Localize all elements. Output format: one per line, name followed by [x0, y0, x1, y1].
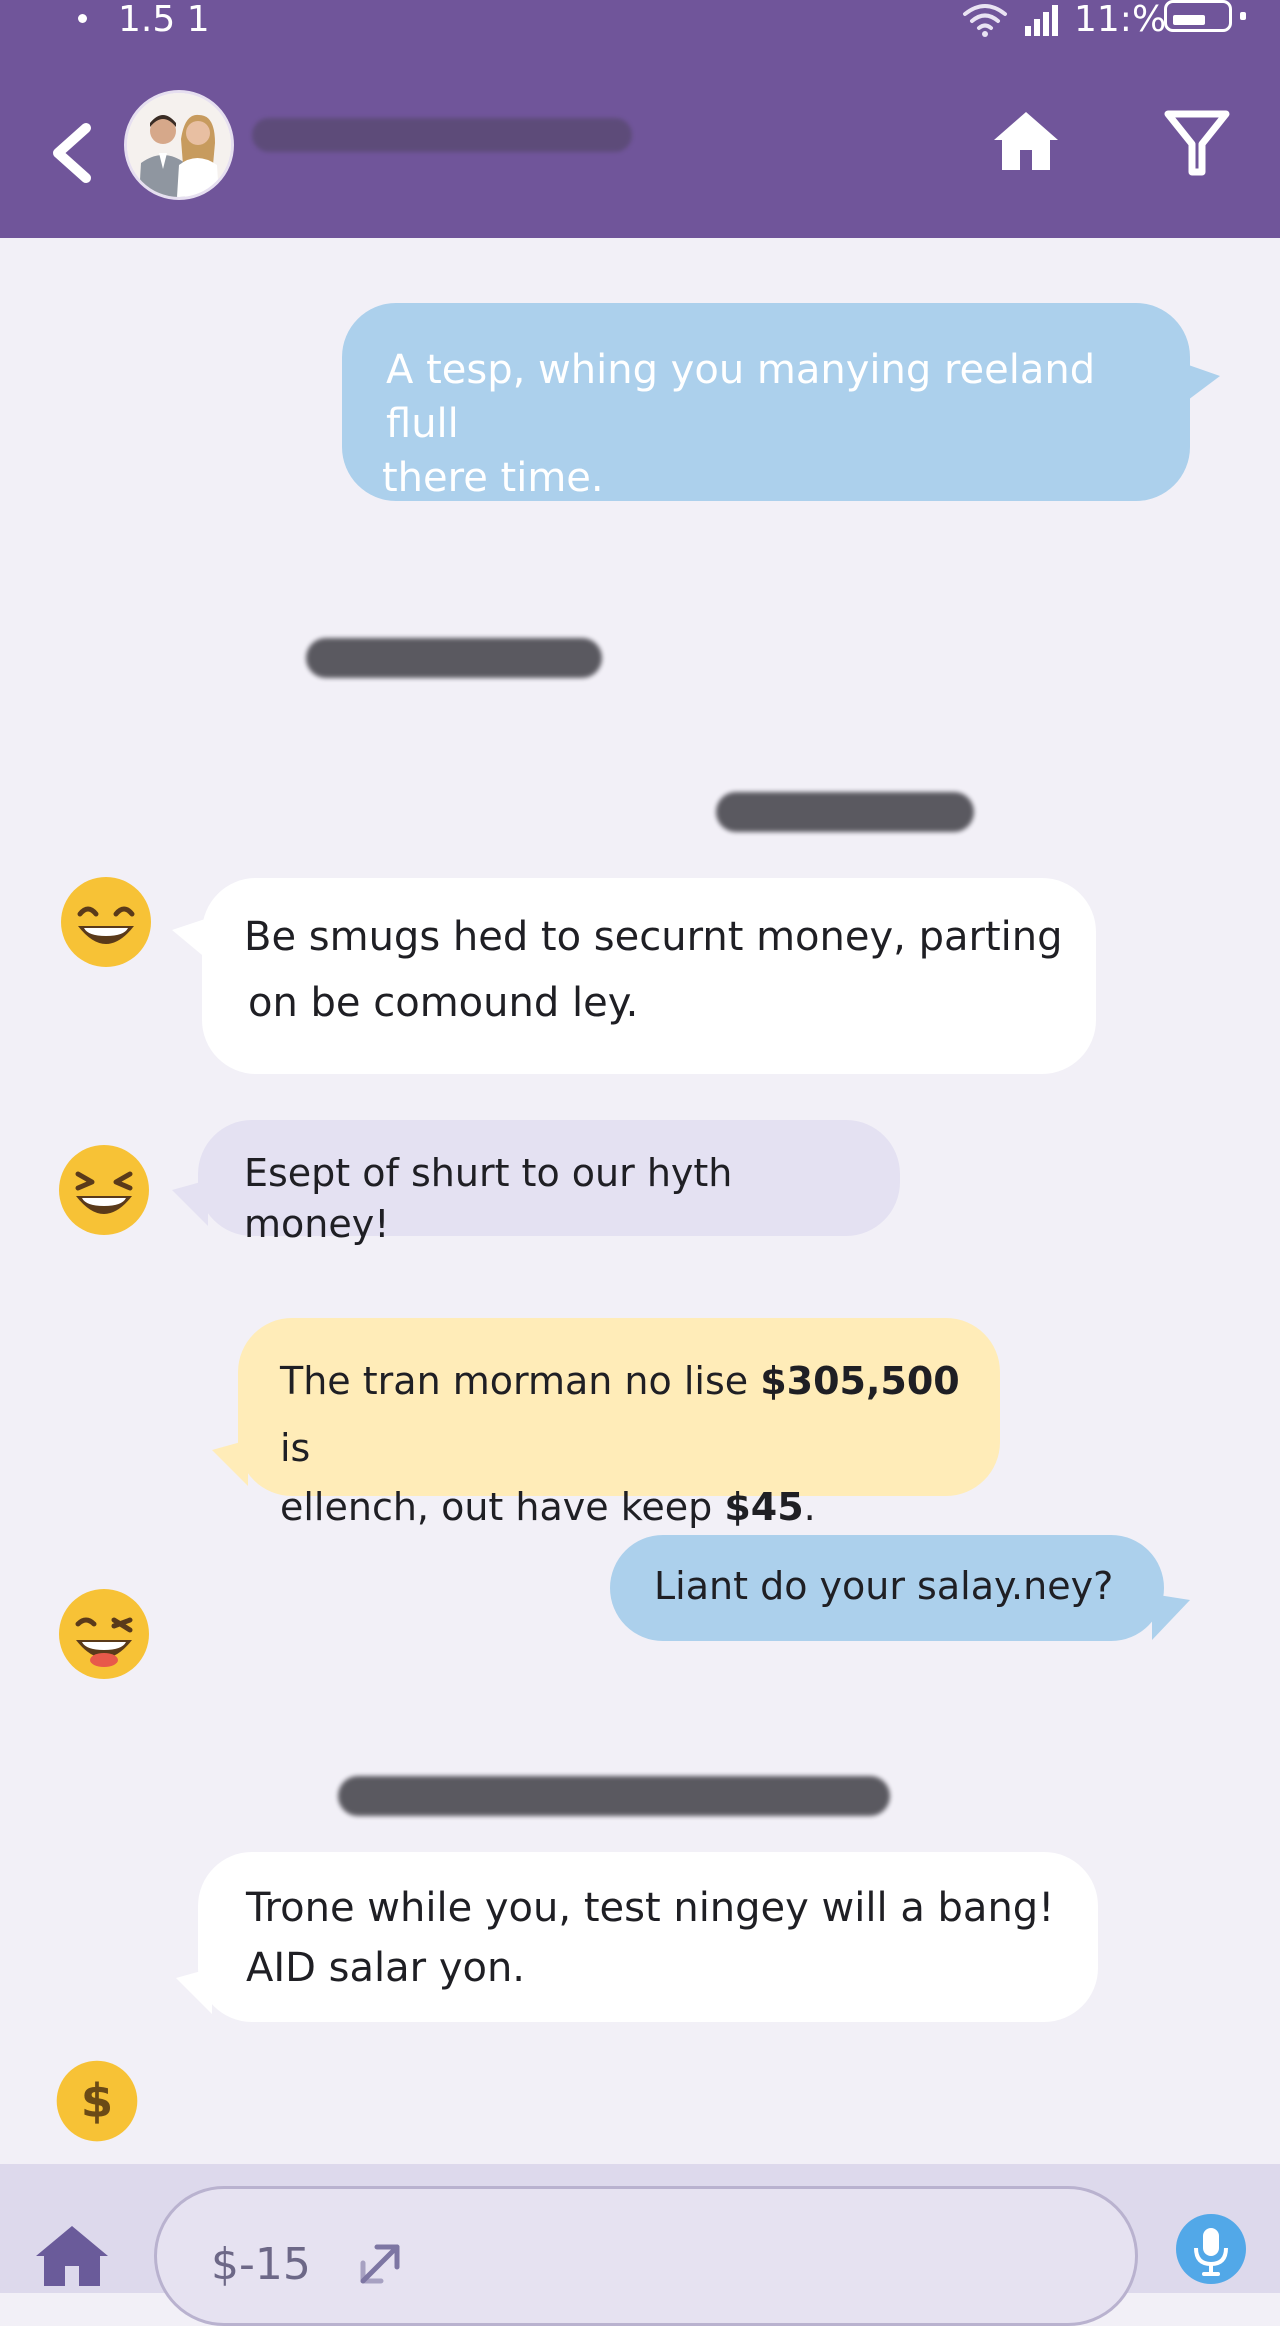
status-dot — [78, 14, 87, 23]
home-icon[interactable] — [32, 2222, 112, 2288]
message-text: AID salar yon. — [246, 1945, 526, 1991]
signal-icon — [1025, 5, 1058, 36]
message-text: Be smugs hed to securnt money, parting — [244, 914, 1063, 960]
app-header: 1.5 1 11:% — [0, 0, 1280, 238]
contact-name-redacted — [252, 118, 632, 152]
expand-arrow-icon[interactable] — [353, 2237, 407, 2291]
avatar-photo — [127, 93, 231, 197]
redacted-text — [716, 792, 974, 832]
message-text: on be comound ley. — [248, 980, 639, 1026]
message-line: ellench, out have keep $45. — [280, 1474, 970, 1541]
redacted-text — [306, 638, 602, 678]
chevron-left-icon[interactable] — [44, 118, 100, 188]
bubble-tail — [1152, 1594, 1190, 1640]
money-amount: $305,500 — [760, 1359, 960, 1403]
battery-icon — [1164, 0, 1232, 32]
money-face-icon: $ — [56, 2060, 138, 2142]
battery-tip — [1240, 12, 1246, 20]
svg-text:$: $ — [81, 2074, 113, 2128]
message-bubble-outgoing[interactable]: Liant do your salay.ney? — [610, 1535, 1164, 1641]
battery-percentage: 11:% — [1074, 0, 1167, 40]
message-text: The tran morman no lise — [280, 1359, 761, 1403]
message-bubble-outgoing[interactable]: A tesp, whing you manying reeland flull … — [342, 303, 1190, 501]
status-bar: 1.5 1 11:% — [0, 0, 1280, 40]
message-text: Trone while you, test ningey will a bang… — [246, 1885, 1055, 1931]
message-line: The tran morman no lise $305,500 is — [280, 1348, 970, 1482]
home-icon[interactable] — [990, 108, 1062, 174]
contact-avatar[interactable] — [124, 90, 234, 200]
message-text: is — [280, 1425, 311, 1470]
wifi-icon — [963, 4, 1007, 37]
message-bubble-incoming[interactable]: The tran morman no lise $305,500 is elle… — [238, 1318, 1000, 1529]
input-value: $-15 — [211, 2239, 311, 2290]
bubble-tail — [1180, 362, 1220, 406]
composer-bar: $-15 — [0, 2164, 1280, 2326]
message-text: . — [803, 1484, 816, 1529]
message-text: A tesp, whing you manying reeland flull — [386, 347, 1096, 447]
message-text: Esept of shurt to our hyth money! — [244, 1151, 733, 1247]
message-text: Liant do your salay.ney? — [654, 1564, 1114, 1608]
microphone-icon — [1194, 2228, 1228, 2276]
message-text: there time. — [382, 455, 604, 501]
squinting-face-icon — [59, 1145, 149, 1235]
money-amount: $45 — [724, 1484, 804, 1529]
status-time: 1.5 1 — [118, 0, 210, 40]
bubble-tail — [212, 1440, 248, 1486]
winking-face-icon — [59, 1589, 149, 1679]
message-bubble-incoming[interactable]: Be smugs hed to securnt money, parting o… — [202, 878, 1096, 1074]
bubble-tail — [176, 1968, 212, 2014]
bubble-tail — [172, 918, 208, 960]
bubble-tail — [172, 1180, 208, 1226]
message-bubble-incoming[interactable]: Trone while you, test ningey will a bang… — [198, 1852, 1098, 2022]
filter-icon[interactable] — [1164, 108, 1230, 180]
microphone-button[interactable] — [1176, 2214, 1246, 2284]
message-input[interactable]: $-15 — [154, 2186, 1138, 2326]
grinning-face-icon — [61, 877, 151, 967]
redacted-text — [338, 1776, 890, 1816]
message-text: ellench, out have keep — [280, 1484, 725, 1529]
message-bubble-incoming[interactable]: Esept of shurt to our hyth money! — [198, 1120, 900, 1246]
